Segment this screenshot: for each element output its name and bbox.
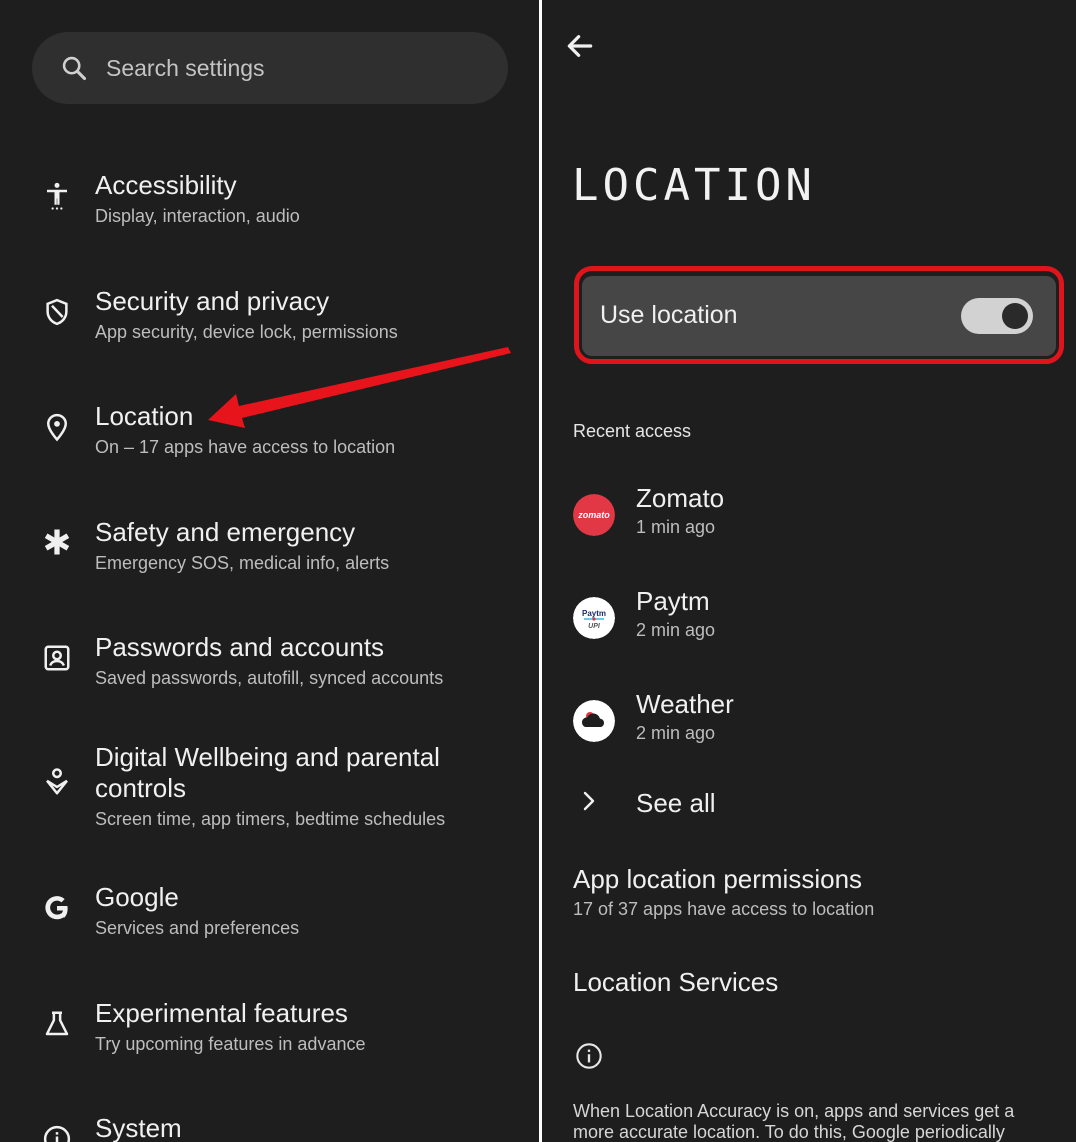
settings-item-subtitle: Services and preferences: [95, 918, 300, 938]
settings-item-title: Passwords and accounts: [95, 632, 385, 662]
settings-item-title: Experimental features: [95, 998, 348, 1028]
settings-item-google[interactable]: Google Services and preferences: [0, 877, 539, 957]
zomato-logo-icon: zomato: [573, 494, 615, 536]
asterisk-icon: [44, 529, 70, 555]
settings-item-subtitle: On – 17 apps have access to location: [95, 437, 396, 457]
settings-item-subtitle: Try upcoming features in advance: [95, 1034, 366, 1054]
info-icon: [576, 1043, 602, 1069]
accessibility-icon: [47, 182, 67, 210]
back-arrow-icon[interactable]: [564, 30, 596, 62]
settings-item-passwords[interactable]: Passwords and accounts Saved passwords, …: [0, 627, 539, 707]
settings-item-safety[interactable]: Safety and emergency Emergency SOS, medi…: [0, 512, 539, 592]
location-accuracy-info: When Location Accuracy is on, apps and s…: [573, 1101, 1015, 1142]
settings-item-title: Digital Wellbeing and parental: [95, 742, 440, 772]
chevron-right-icon: [583, 791, 595, 811]
zomato-logo-text: zomato: [577, 510, 610, 520]
settings-item-subtitle: Emergency SOS, medical info, alerts: [95, 553, 390, 573]
settings-item-location[interactable]: Location On – 17 apps have access to loc…: [0, 396, 539, 476]
app-location-permissions-subtitle: 17 of 37 apps have access to location: [573, 899, 875, 919]
settings-item-title: Google: [95, 882, 179, 912]
app-location-permissions[interactable]: App location permissions: [573, 864, 862, 895]
app-access-time: 1 min ago: [636, 517, 716, 537]
highlight-frame: [574, 266, 1064, 364]
weather-logo-icon: [573, 700, 615, 742]
settings-item-title: Security and privacy: [95, 286, 330, 316]
svg-text:Paytm: Paytm: [582, 609, 606, 618]
settings-item-subtitle: App security, device lock, permissions: [95, 322, 398, 342]
see-all-label: See all: [636, 788, 716, 818]
recent-app-paytm[interactable]: Paytm UPI Paytm 2 min ago: [542, 579, 1076, 659]
settings-item-security[interactable]: Security and privacy App security, devic…: [0, 281, 539, 361]
see-all-button[interactable]: See all: [542, 780, 1076, 824]
settings-item-experimental[interactable]: Experimental features Try upcoming featu…: [0, 993, 539, 1073]
settings-item-title: Safety and emergency: [95, 517, 356, 547]
app-name: Paytm: [636, 586, 710, 616]
settings-item-title: Accessibility: [95, 170, 237, 200]
location-pin-icon: [46, 413, 68, 442]
settings-item-subtitle: Saved passwords, autofill, synced accoun…: [95, 668, 444, 688]
svg-text:UPI: UPI: [588, 623, 601, 630]
search-icon: [62, 56, 87, 81]
settings-item-digital-wellbeing[interactable]: Digital Wellbeing and parental controls …: [0, 737, 539, 837]
paytm-logo-icon: Paytm UPI: [573, 597, 615, 639]
page-title: LOCATION: [572, 160, 816, 211]
settings-item-title: Location: [95, 401, 194, 431]
account-box-icon: [44, 645, 70, 671]
search-bar[interactable]: Search settings: [32, 32, 508, 104]
settings-item-subtitle: Screen time, app timers, bedtime schedul…: [95, 809, 446, 829]
recent-app-zomato[interactable]: zomato Zomato 1 min ago: [542, 476, 1076, 556]
settings-item-accessibility[interactable]: Accessibility Display, interaction, audi…: [0, 165, 539, 245]
settings-item-subtitle: Display, interaction, audio: [95, 206, 300, 226]
app-name: Zomato: [636, 483, 725, 513]
wellbeing-icon: [46, 768, 68, 795]
app-access-time: 2 min ago: [636, 723, 716, 743]
app-access-time: 2 min ago: [636, 620, 716, 640]
shield-icon: [46, 298, 68, 326]
recent-access-heading: Recent access: [573, 421, 692, 441]
app-name: Weather: [636, 689, 734, 719]
info-icon: [43, 1125, 71, 1142]
search-placeholder: Search settings: [106, 54, 265, 81]
recent-app-weather[interactable]: Weather 2 min ago: [542, 682, 1076, 762]
settings-item-title: System: [95, 1113, 182, 1142]
settings-panel: Search settings Accessibility Display, i…: [0, 0, 539, 1142]
settings-item-title-line2: controls: [95, 773, 187, 803]
settings-item-system[interactable]: System: [0, 1108, 539, 1142]
google-icon: [45, 896, 68, 920]
location-panel: LOCATION Use location Recent access zoma…: [542, 0, 1076, 1142]
location-services[interactable]: Location Services: [573, 967, 778, 998]
flask-icon: [45, 1011, 69, 1036]
